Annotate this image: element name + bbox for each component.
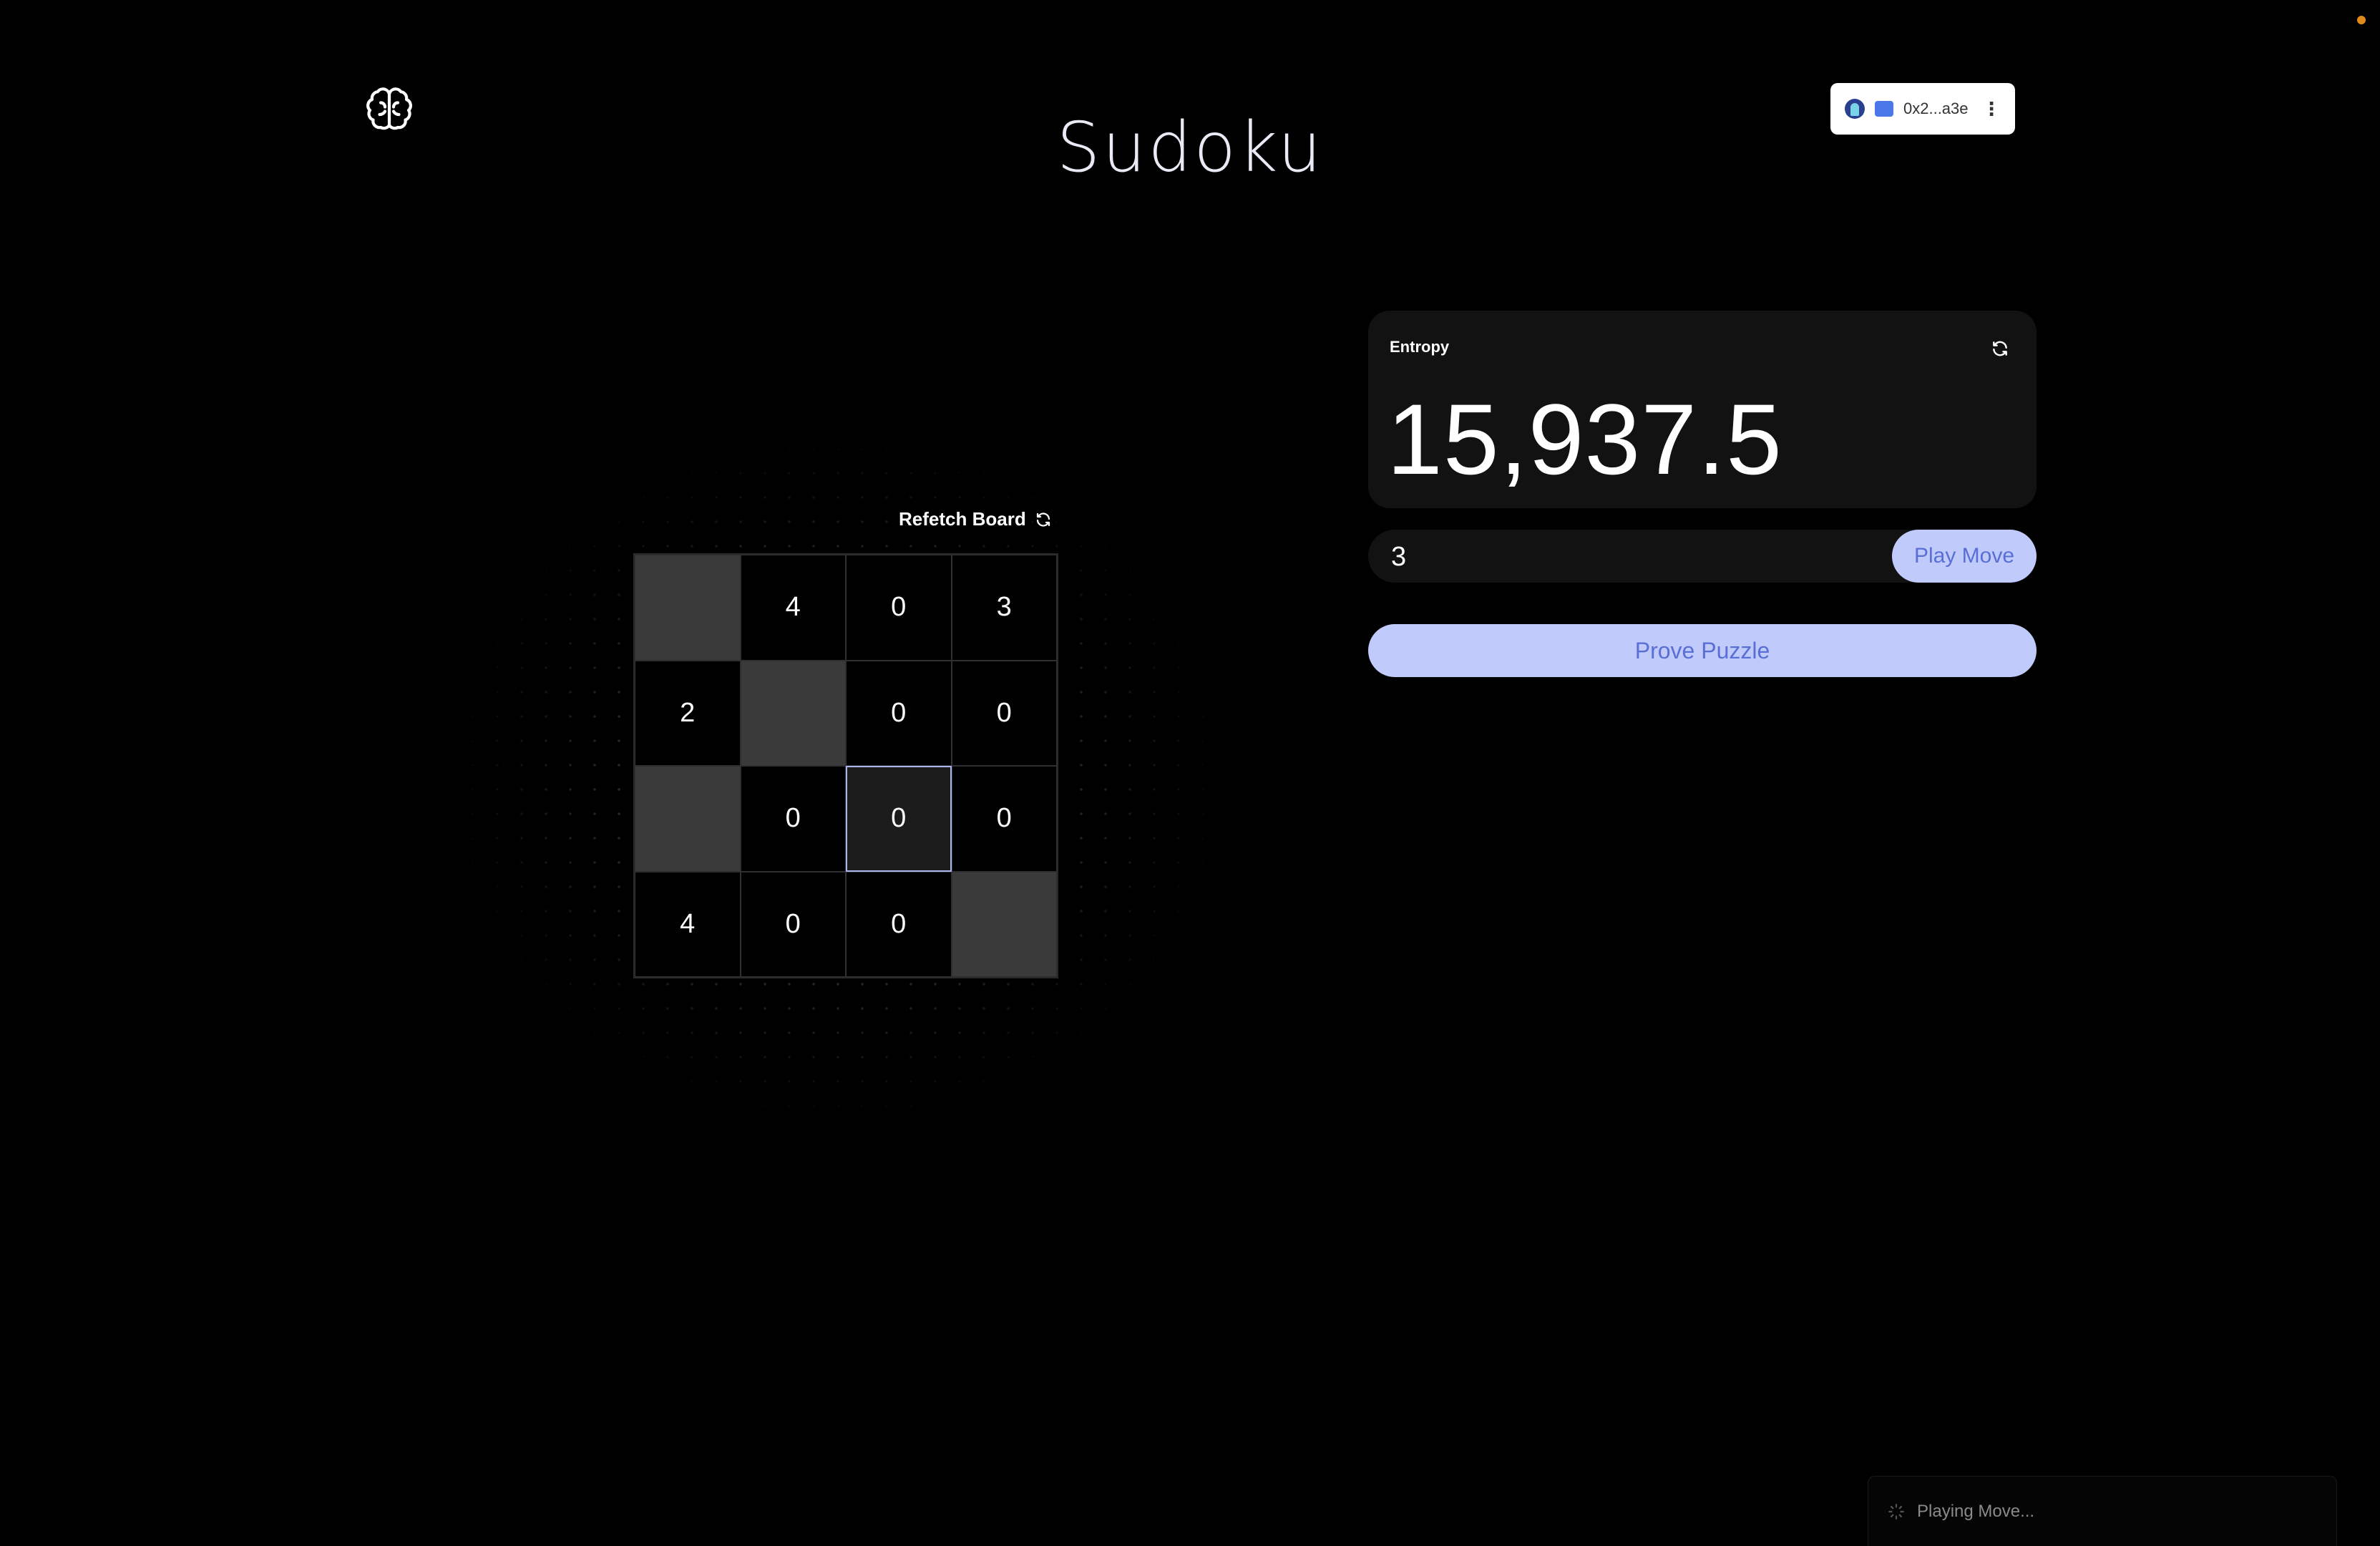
board-cell[interactable] <box>951 871 1057 977</box>
refresh-icon[interactable] <box>1991 339 2009 358</box>
entropy-label: Entropy <box>1390 338 1450 356</box>
entropy-value: 15,937.5 <box>1387 383 1782 495</box>
board-cell[interactable]: 0 <box>740 766 846 872</box>
toast-notification: Playing Move... <box>1868 1476 2337 1546</box>
board-cell[interactable] <box>740 660 846 766</box>
board-cell[interactable] <box>635 766 741 872</box>
board-cell[interactable] <box>635 555 741 661</box>
wallet-button[interactable]: 0x2...a3e ⋮ <box>1830 83 2015 135</box>
refetch-board-label: Refetch Board <box>899 508 1026 530</box>
board-cell[interactable]: 0 <box>740 871 846 977</box>
board-cell[interactable]: 2 <box>635 660 741 766</box>
wallet-icon <box>1875 101 1893 117</box>
refetch-board-button[interactable]: Refetch Board <box>899 508 1052 530</box>
board-cell[interactable]: 0 <box>846 660 952 766</box>
entropy-card: Entropy 15,937.5 <box>1368 311 2037 508</box>
wallet-address: 0x2...a3e <box>1903 99 1969 117</box>
board-cell[interactable]: 3 <box>951 555 1057 661</box>
board-cell[interactable]: 0 <box>846 555 952 661</box>
move-row: Play Move <box>1368 530 2037 584</box>
move-input[interactable] <box>1390 530 1822 584</box>
board-cell[interactable]: 0 <box>846 871 952 977</box>
more-vertical-icon[interactable]: ⋮ <box>1982 99 2001 118</box>
board-cell[interactable]: 4 <box>740 555 846 661</box>
prove-puzzle-button[interactable]: Prove Puzzle <box>1368 624 2037 677</box>
sudoku-board: 403200000400 <box>633 553 1058 978</box>
board-cell[interactable]: 0 <box>846 766 952 872</box>
board-cell[interactable]: 4 <box>635 871 741 977</box>
status-dot <box>2357 16 2366 24</box>
page-title: Sudoku <box>1056 107 1324 188</box>
toast-message: Playing Move... <box>1917 1501 2035 1521</box>
play-move-button[interactable]: Play Move <box>1892 530 2037 583</box>
board-cell[interactable]: 0 <box>951 766 1057 872</box>
avatar <box>1845 99 1865 119</box>
refresh-icon <box>1036 512 1050 527</box>
board-cell[interactable]: 0 <box>951 660 1057 766</box>
spinner-icon <box>1888 1503 1904 1520</box>
page: Sudoku 0x2...a3e ⋮ Refetch Board 4032000… <box>0 0 2380 1546</box>
